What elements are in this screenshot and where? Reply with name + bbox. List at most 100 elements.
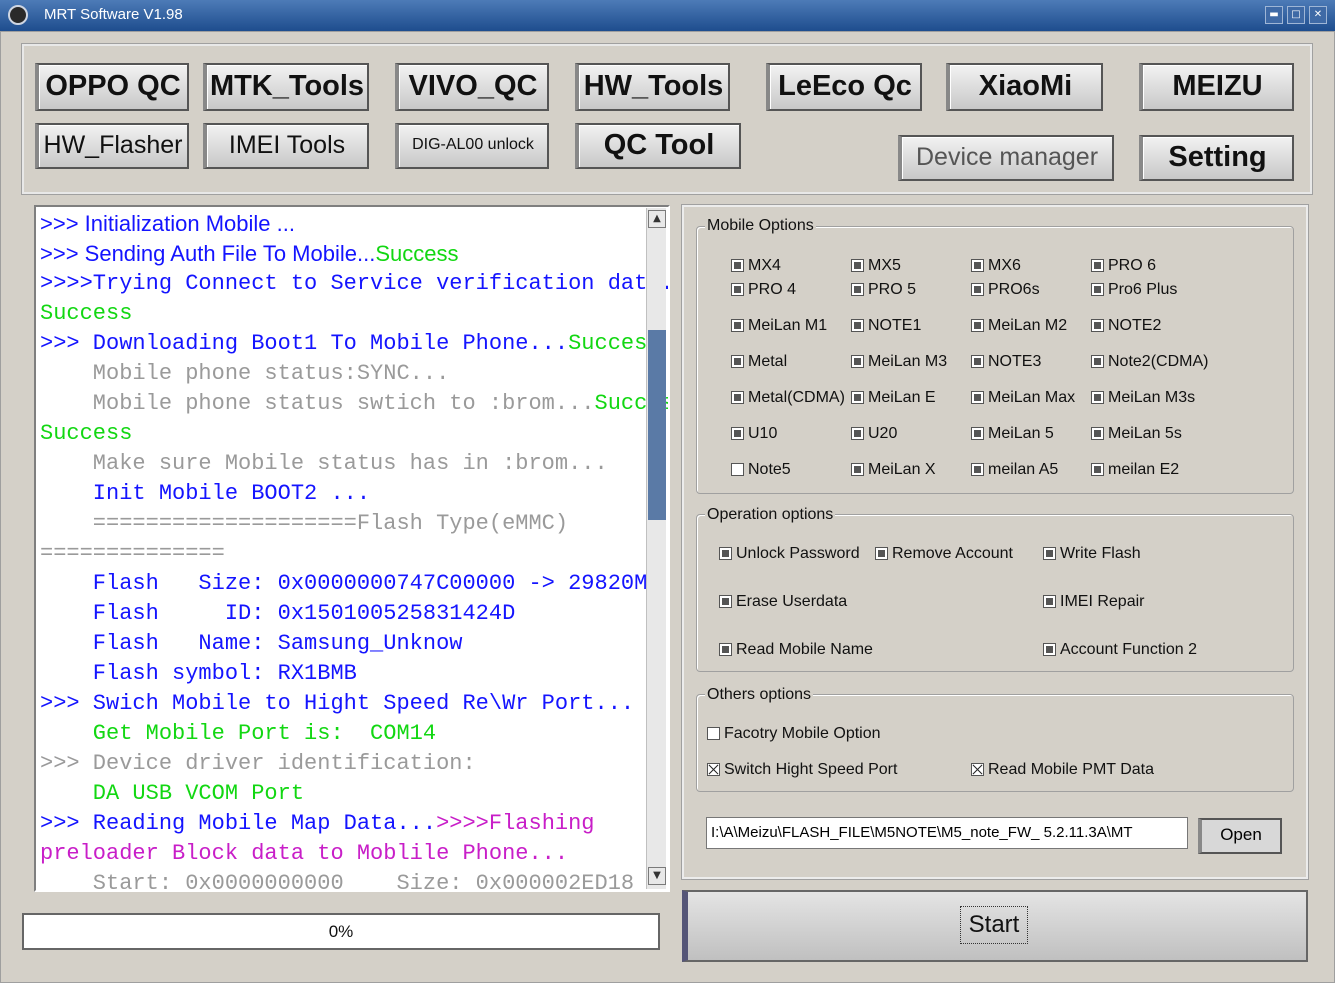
mobile-options-legend: Mobile Options [705, 217, 816, 235]
mobile-option-checkbox[interactable]: Metal [731, 351, 787, 373]
log-scrollbar[interactable]: ▲ ▼ [646, 208, 666, 889]
checkbox-icon [1043, 595, 1056, 608]
mobile-option-checkbox[interactable]: PRO 4 [731, 279, 796, 301]
checkbox-icon [731, 355, 744, 368]
scroll-up-icon[interactable]: ▲ [648, 210, 666, 228]
mobile-option-checkbox[interactable]: MeiLan M3 [851, 351, 947, 373]
meizu-button[interactable]: MEIZU [1139, 63, 1294, 111]
device-manager-button[interactable]: Device manager [898, 135, 1114, 181]
imei-tools-button[interactable]: IMEI Tools [203, 123, 369, 169]
checkbox-icon [875, 547, 888, 560]
factory-mobile-option-checkbox[interactable]: Facotry Mobile Option [707, 723, 881, 745]
mobile-option-checkbox[interactable]: meilan E2 [1091, 459, 1179, 481]
minimize-icon[interactable]: ▬ [1265, 6, 1283, 24]
unlock-password-checkbox[interactable]: Unlock Password [719, 543, 860, 565]
mobile-option-checkbox[interactable]: MeiLan Max [971, 387, 1075, 409]
switch-high-speed-port-checkbox[interactable]: Switch Hight Speed Port [707, 759, 897, 781]
mobile-option-checkbox[interactable]: U20 [851, 423, 897, 445]
hw-flasher-button[interactable]: HW_Flasher [35, 123, 189, 169]
mobile-option-checkbox[interactable]: PRO 5 [851, 279, 916, 301]
mobile-option-checkbox[interactable]: MX4 [731, 255, 781, 277]
mobile-option-checkbox[interactable]: meilan A5 [971, 459, 1058, 481]
mobile-option-label: MX4 [748, 257, 781, 274]
log-line: >>> Swich Mobile to Hight Speed Re\Wr Po… [40, 691, 635, 716]
scroll-thumb[interactable] [648, 330, 666, 520]
log-line: >>>>Trying Connect to Service verificati… [40, 271, 670, 296]
mobile-option-checkbox[interactable]: NOTE2 [1091, 315, 1161, 337]
log-line: ====================Flash Type(eMMC) [40, 511, 569, 536]
log-line: Get Mobile Port is: COM14 [40, 721, 437, 746]
file-path-input[interactable]: I:\A\Meizu\FLASH_FILE\M5NOTE\M5_note_FW_… [706, 817, 1188, 849]
mtk-tools-button[interactable]: MTK_Tools [203, 63, 369, 111]
checkbox-icon [851, 259, 864, 272]
read-mobile-pmt-data-checkbox[interactable]: Read Mobile PMT Data [971, 759, 1154, 781]
log-line: Flash ID: 0x150100525831424D [40, 601, 516, 626]
progress-bar: 0% [22, 913, 660, 950]
mobile-option-checkbox[interactable]: PRO 6 [1091, 255, 1156, 277]
mobile-option-checkbox[interactable]: MeiLan X [851, 459, 936, 481]
setting-button[interactable]: Setting [1139, 135, 1294, 181]
checkbox-icon [731, 391, 744, 404]
log-line: >>> Reading Mobile Map Data...>>>>Flashi… [40, 811, 595, 836]
close-icon[interactable]: ✕ [1309, 6, 1327, 24]
log-output[interactable]: >>> Initialization Mobile ... >>> Sendin… [34, 205, 670, 892]
checkbox-icon [707, 727, 720, 740]
checkbox-icon [1091, 283, 1104, 296]
checkbox-icon [851, 283, 864, 296]
mobile-option-checkbox[interactable]: MeiLan 5 [971, 423, 1054, 445]
mobile-option-checkbox[interactable]: Pro6 Plus [1091, 279, 1177, 301]
log-line: Success [40, 301, 133, 326]
mobile-option-label: MeiLan 5 [988, 425, 1054, 442]
account-function-2-checkbox[interactable]: Account Function 2 [1043, 639, 1197, 661]
write-flash-checkbox[interactable]: Write Flash [1043, 543, 1141, 565]
log-lines: >>> Initialization Mobile ... >>> Sendin… [40, 209, 670, 890]
checkbox-icon [1091, 391, 1104, 404]
leeco-qc-button[interactable]: LeEco Qc [766, 63, 922, 111]
xiaomi-button[interactable]: XiaoMi [946, 63, 1103, 111]
log-line: >>> Initialization Mobile ... [40, 211, 295, 236]
checkbox-icon [719, 547, 732, 560]
mobile-option-checkbox[interactable]: Metal(CDMA) [731, 387, 845, 409]
scroll-down-icon[interactable]: ▼ [648, 867, 666, 885]
checkbox-icon [971, 283, 984, 296]
mobile-option-checkbox[interactable]: MeiLan E [851, 387, 936, 409]
oppo-qc-button[interactable]: OPPO QC [35, 63, 189, 111]
mobile-option-checkbox[interactable]: MeiLan 5s [1091, 423, 1182, 445]
mobile-option-label: PRO6s [988, 281, 1040, 298]
remove-account-checkbox[interactable]: Remove Account [875, 543, 1013, 565]
hw-tools-button[interactable]: HW_Tools [575, 63, 730, 111]
log-line: Make sure Mobile status has in :brom... [40, 451, 608, 476]
checkbox-icon [1091, 355, 1104, 368]
checkbox-icon [971, 427, 984, 440]
checkbox-icon [1043, 643, 1056, 656]
mobile-option-label: MeiLan M2 [988, 317, 1068, 334]
mobile-option-checkbox[interactable]: NOTE3 [971, 351, 1041, 373]
mobile-option-checkbox[interactable]: MeiLan M1 [731, 315, 827, 337]
log-line: Init Mobile BOOT2 ... [40, 481, 371, 506]
mobile-option-checkbox[interactable]: MeiLan M3s [1091, 387, 1195, 409]
mobile-option-checkbox[interactable]: MX5 [851, 255, 901, 277]
read-mobile-name-checkbox[interactable]: Read Mobile Name [719, 639, 873, 661]
vivo-qc-button[interactable]: VIVO_QC [395, 63, 549, 111]
erase-userdata-checkbox[interactable]: Erase Userdata [719, 591, 847, 613]
log-line: ============== [40, 541, 225, 566]
dig-al00-unlock-button[interactable]: DIG-AL00 unlock [395, 123, 549, 169]
checkbox-icon [719, 595, 732, 608]
imei-repair-checkbox[interactable]: IMEI Repair [1043, 591, 1144, 613]
mobile-option-checkbox[interactable]: Note2(CDMA) [1091, 351, 1208, 373]
maximize-icon[interactable]: □ [1287, 6, 1305, 24]
mobile-option-checkbox[interactable]: NOTE1 [851, 315, 921, 337]
checkbox-icon [1091, 427, 1104, 440]
mobile-option-checkbox[interactable]: U10 [731, 423, 777, 445]
mobile-option-checkbox[interactable]: Note5 [731, 459, 791, 481]
mobile-option-label: Note5 [748, 461, 791, 478]
mobile-option-label: meilan A5 [988, 461, 1059, 478]
mobile-option-checkbox[interactable]: PRO6s [971, 279, 1040, 301]
log-line: Flash Size: 0x0000000747C00000 -> 29820M [40, 571, 648, 596]
mobile-option-checkbox[interactable]: MX6 [971, 255, 1021, 277]
open-button[interactable]: Open [1198, 818, 1282, 854]
checkbox-icon [971, 259, 984, 272]
mobile-option-checkbox[interactable]: MeiLan M2 [971, 315, 1067, 337]
mobile-option-label: MeiLan M3 [868, 353, 948, 370]
qc-tool-button[interactable]: QC Tool [575, 123, 741, 169]
